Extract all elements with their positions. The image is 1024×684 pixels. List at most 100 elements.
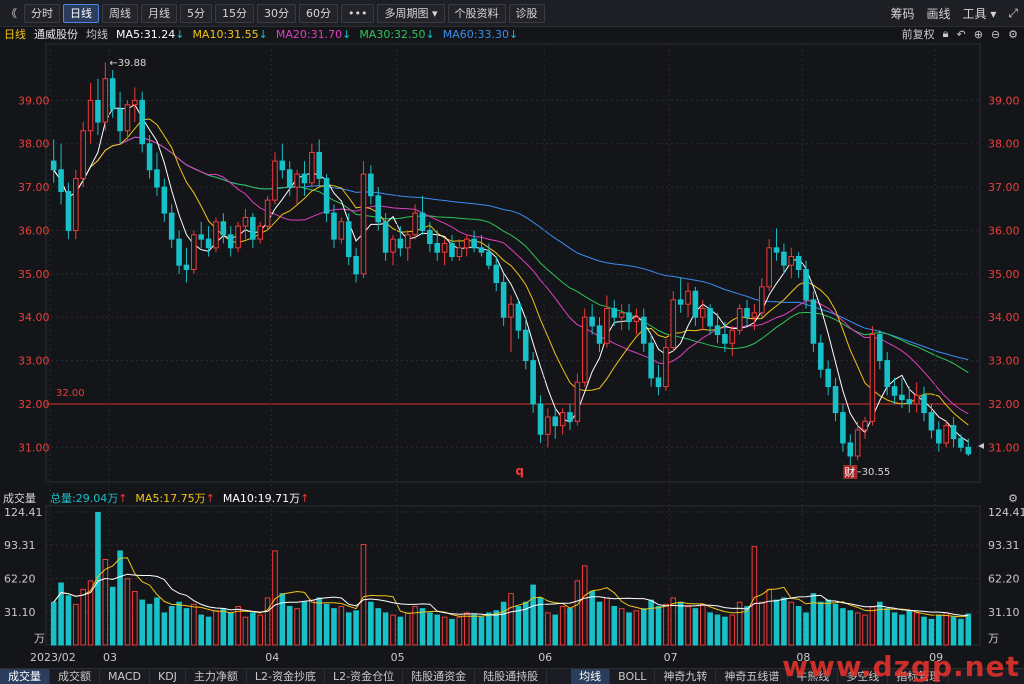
volume-bar — [154, 597, 160, 646]
candle-body — [250, 216, 256, 240]
volume-bar — [220, 608, 227, 646]
indicator-tab-0[interactable]: 成交量 — [0, 669, 50, 684]
price-y-tick-left: 32.00 — [18, 398, 50, 411]
volume-ma5-line — [53, 557, 969, 618]
volume-bar — [404, 612, 411, 646]
q-marker: q — [515, 464, 524, 478]
volume-bar — [294, 608, 300, 646]
candle-body — [552, 416, 559, 427]
volume-bar — [818, 601, 824, 646]
candle-body — [397, 238, 404, 249]
chart-area[interactable]: 31.00 31.00 32.00 32.00 33.00 33.00 34.00 34.00… — [0, 0, 1024, 668]
ma20-line — [53, 136, 969, 415]
volume-bar — [102, 558, 109, 646]
volume-bar — [655, 606, 662, 646]
volume-bar — [301, 601, 308, 646]
price-y-tick-left: 33.00 — [18, 355, 50, 368]
volume-bar — [640, 608, 647, 646]
candle-body — [117, 108, 123, 132]
candle-body — [382, 221, 389, 253]
indicator-tab-11[interactable]: 神奇九转 — [655, 669, 717, 684]
volume-bar — [117, 550, 123, 646]
volume-bar — [434, 614, 441, 646]
volume-bar — [626, 612, 632, 646]
candle-body — [73, 177, 79, 231]
candle-body — [692, 290, 699, 318]
indicator-tab-7[interactable]: 陆股通资金 — [403, 669, 476, 684]
price-y-tick-right: 35.00 — [988, 268, 1020, 281]
volume-bar — [500, 601, 507, 646]
volume-y-tick-left: 31.10 — [4, 606, 36, 619]
volume-bar — [869, 606, 876, 646]
indicator-tab-2[interactable]: MACD — [100, 669, 150, 684]
reference-line-label: 32.00 — [56, 388, 85, 399]
volume-bar — [906, 610, 913, 646]
candle-body — [965, 446, 972, 455]
candle-body — [862, 420, 868, 431]
candle-body — [427, 229, 433, 244]
volume-bar — [441, 616, 448, 646]
candle-body — [545, 416, 551, 435]
candle-body — [102, 78, 109, 123]
volume-bar — [648, 599, 654, 646]
indicator-tab-8[interactable]: 陆股通持股 — [475, 669, 548, 684]
indicator-tab-12[interactable]: 神奇五线谱 — [716, 669, 789, 684]
indicator-tab-3[interactable]: KDJ — [150, 669, 186, 684]
volume-bar — [692, 608, 699, 646]
volume-bar — [508, 593, 514, 646]
candle-body — [449, 242, 455, 257]
volume-bar — [65, 595, 72, 646]
candle-body — [264, 199, 271, 227]
candle-body — [286, 169, 293, 188]
indicator-tab-5[interactable]: L2-资金抄底 — [247, 669, 326, 684]
candle-body — [854, 429, 861, 457]
volume-bar — [168, 606, 175, 646]
candle-body — [279, 160, 286, 171]
candle-body — [618, 312, 625, 318]
volume-bar — [486, 612, 492, 646]
indicator-tab-4[interactable]: 主力净额 — [186, 669, 247, 684]
indicator-tab-1[interactable]: 成交额 — [50, 669, 100, 684]
candle-body — [869, 334, 876, 422]
volume-bar — [463, 612, 470, 646]
volume-bar — [323, 603, 330, 646]
volume-bar — [227, 612, 234, 646]
volume-bar — [766, 588, 772, 646]
candle-body — [559, 412, 566, 427]
candle-body — [626, 312, 632, 323]
volume-bar — [581, 565, 588, 646]
candle-body — [242, 216, 249, 227]
candle-body — [751, 312, 758, 318]
candle-body — [825, 368, 831, 388]
candle-body — [508, 303, 514, 318]
indicator-tab-10[interactable]: BOLL — [610, 669, 656, 684]
volume-bar — [604, 597, 610, 646]
candle-body — [478, 247, 485, 253]
volume-bar — [205, 616, 212, 646]
price-y-tick-right: 38.00 — [988, 138, 1020, 151]
volume-bar — [124, 578, 131, 646]
x-tick-label: 03 — [103, 651, 117, 664]
candle-body — [936, 429, 942, 444]
candle-body — [832, 386, 839, 414]
volume-bar — [788, 601, 795, 646]
volume-bar — [795, 606, 802, 646]
price-y-tick-right: 37.00 — [988, 181, 1020, 194]
candle-body — [220, 221, 227, 236]
candle-body — [294, 173, 300, 188]
candle-body — [515, 303, 522, 331]
volume-bar — [515, 606, 522, 646]
volume-bar — [722, 616, 728, 646]
candle-body — [795, 255, 802, 271]
indicator-tab-9[interactable]: 均线 — [571, 669, 611, 684]
candle-body — [810, 299, 817, 344]
candle-body — [921, 394, 927, 414]
indicator-tab-6[interactable]: L2-资金仓位 — [325, 669, 404, 684]
x-tick-label: 2023/02 — [30, 651, 76, 664]
candle-body — [736, 308, 743, 331]
volume-bar — [198, 614, 204, 646]
candle-body — [493, 264, 500, 284]
volume-bar — [899, 614, 905, 646]
volume-bar — [161, 612, 168, 646]
candle-body — [227, 234, 234, 249]
